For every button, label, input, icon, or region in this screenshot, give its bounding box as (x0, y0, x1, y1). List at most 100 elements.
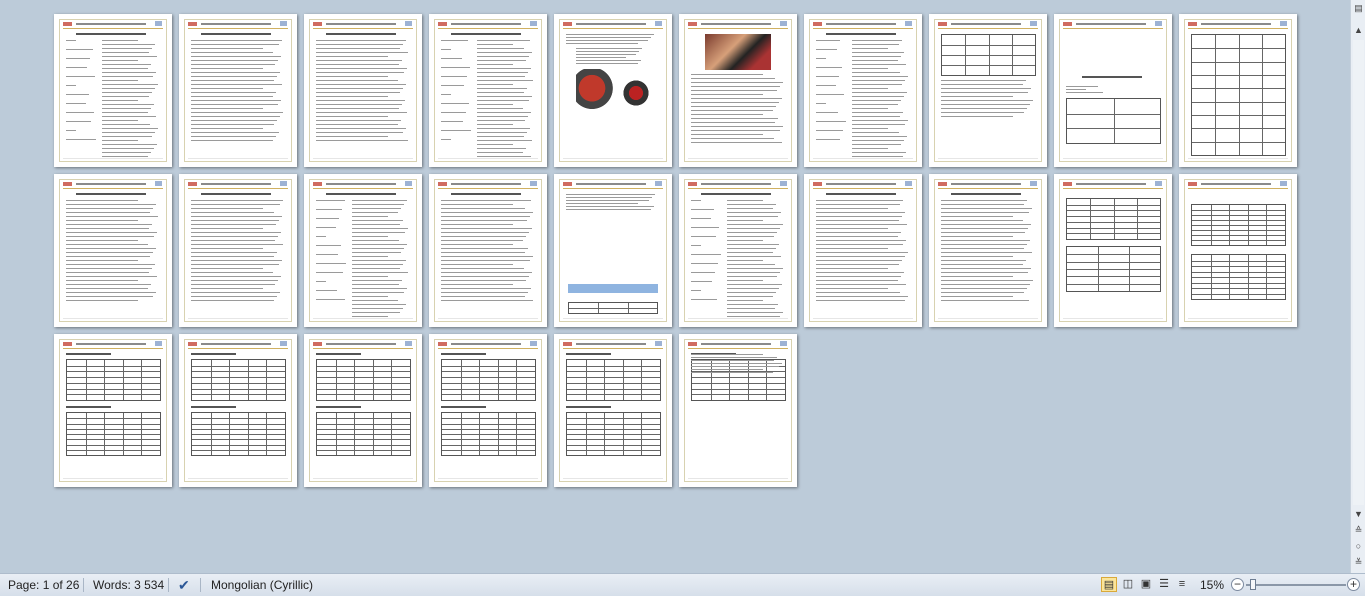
page-thumbnail[interactable] (304, 14, 422, 167)
text-line (691, 218, 711, 219)
page-thumbnail[interactable] (54, 14, 172, 167)
double-down-icon[interactable]: ≚ (1353, 556, 1364, 568)
page-thumbnail[interactable] (54, 174, 172, 327)
zoom-level-label[interactable]: 15% (1200, 574, 1224, 596)
page-thumbnail[interactable] (429, 174, 547, 327)
page-thumbnail[interactable] (1179, 14, 1297, 167)
page-thumbnail[interactable] (429, 334, 547, 487)
word-count-label[interactable]: Words: 3 534 (93, 574, 164, 596)
text-line (316, 209, 342, 210)
text-line (102, 124, 150, 125)
footer-line (63, 158, 163, 159)
full-screen-reading-icon[interactable]: ◫ (1120, 577, 1136, 592)
footer-line (438, 478, 538, 479)
page-thumbnail[interactable] (304, 174, 422, 327)
circle-icon[interactable]: ○ (1353, 540, 1364, 552)
page-thumbnail[interactable] (804, 174, 922, 327)
footer-line (1188, 318, 1288, 319)
zoom-slider[interactable] (1246, 584, 1346, 586)
table-col-line (1210, 255, 1212, 299)
ruler-icon[interactable]: ▤ (1353, 2, 1364, 14)
footer-line (1063, 318, 1163, 319)
page-thumbnail[interactable] (1054, 14, 1172, 167)
text-line (727, 212, 781, 213)
page-thumbnail[interactable] (179, 174, 297, 327)
page-thumbnail[interactable] (179, 14, 297, 167)
text-line (66, 67, 87, 68)
page-thumbnail[interactable] (929, 174, 1047, 327)
text-line (691, 372, 773, 373)
language-label[interactable]: Mongolian (Cyrillic) (211, 574, 313, 596)
header-line (701, 23, 771, 25)
web-layout-icon[interactable]: ▣ (1138, 577, 1154, 592)
text-line (102, 152, 151, 153)
header-emblem (1030, 181, 1037, 186)
plus-icon[interactable]: + (1347, 578, 1360, 591)
page-thumbnail[interactable] (1054, 174, 1172, 327)
table-col-line (1113, 99, 1115, 143)
table-row-line (567, 418, 660, 420)
text-line (316, 108, 399, 109)
header-emblem (905, 181, 912, 186)
table-row-line (67, 434, 160, 435)
double-up-icon[interactable]: ≙ (1353, 524, 1364, 536)
header-logo (438, 22, 447, 26)
scrollbar-track[interactable] (1353, 40, 1364, 505)
text-line (816, 280, 898, 281)
text-line (477, 84, 513, 85)
vertical-scrollbar[interactable]: ▤ ▲ ▼ ≙ ○ ≚ (1350, 0, 1365, 573)
arrow-down-icon[interactable]: ▼ (1353, 508, 1364, 520)
text-line (191, 88, 263, 89)
table-row-line (317, 382, 410, 384)
table-col-line (354, 413, 356, 455)
text-line (352, 280, 402, 281)
text-line (941, 300, 1029, 301)
page-thumbnail[interactable] (179, 334, 297, 487)
text-line (727, 300, 763, 301)
page-thumbnail[interactable] (554, 174, 672, 327)
page-thumbnail[interactable] (679, 174, 797, 327)
text-line (727, 200, 763, 201)
text-line (191, 272, 273, 273)
header-emblem (155, 21, 162, 26)
table-row-line (567, 382, 660, 384)
document-workspace[interactable] (0, 0, 1350, 573)
zoom-slider-thumb[interactable] (1250, 579, 1256, 590)
text-line (316, 218, 339, 219)
table-row-line (317, 434, 410, 435)
text-line (941, 228, 1028, 229)
text-line (727, 272, 780, 273)
table-row-line (67, 382, 160, 384)
text-line (66, 252, 153, 253)
outline-icon[interactable]: ☰ (1156, 577, 1172, 592)
text-line (816, 292, 900, 293)
text-line (191, 284, 275, 285)
page-thumbnail[interactable] (304, 334, 422, 487)
text-line (191, 128, 263, 129)
table-row-line (442, 394, 535, 396)
page-count-label[interactable]: Page: 1 of 26 (8, 574, 79, 596)
header-rule (688, 28, 788, 29)
text-line (816, 139, 840, 140)
page-thumbnail[interactable] (554, 14, 672, 167)
arrow-up-icon[interactable]: ▲ (1353, 24, 1364, 36)
page-thumbnail[interactable] (54, 334, 172, 487)
page-thumbnail[interactable] (929, 14, 1047, 167)
proofing-check-icon[interactable]: ✔ (178, 574, 190, 596)
text-line (1066, 92, 1103, 93)
page-thumbnail[interactable] (1179, 174, 1297, 327)
page-thumbnail[interactable] (554, 334, 672, 487)
text-line (727, 316, 780, 317)
print-layout-icon[interactable]: ▤ (1101, 577, 1117, 592)
text-line (352, 228, 408, 229)
page-thumbnail[interactable] (679, 14, 797, 167)
page-thumbnail[interactable] (429, 14, 547, 167)
page-thumbnail[interactable] (679, 334, 797, 487)
table-row-line (567, 439, 660, 441)
draft-icon[interactable]: ≡ (1174, 577, 1190, 592)
text-line (316, 104, 402, 105)
page-thumbnail[interactable] (804, 14, 922, 167)
text-line (441, 220, 527, 221)
minus-icon[interactable]: − (1231, 578, 1244, 591)
heading-line (701, 193, 771, 195)
